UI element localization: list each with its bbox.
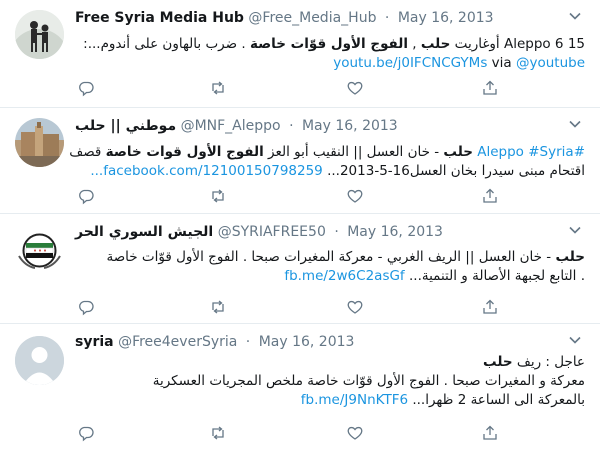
tweet-link[interactable]: @youtube (516, 55, 585, 71)
tweet-text-line: Aleppo 6 15 أوغاريت حلب , الفوج الأول قو… (75, 35, 585, 54)
share-icon[interactable] (481, 187, 499, 205)
separator-dot: · (289, 118, 294, 134)
user-handle[interactable]: @SYRIAFREE50 (218, 224, 326, 240)
tweet-text-run: بالمعركة الى الساعة 2 ظهرا... (412, 392, 585, 408)
reply-icon[interactable] (77, 79, 95, 97)
tweet-link[interactable]: youtu.be/j0IFCNCGYMs (333, 55, 487, 71)
share-icon[interactable] (481, 298, 499, 316)
like-icon[interactable] (346, 424, 364, 442)
tweet-text: #Aleppo #Syria حلب - خان العسل || النقيب… (69, 143, 585, 181)
tweet-text-run: . ضرب بالهاون على أندوم...: (83, 36, 250, 52)
tweet-1[interactable]: Free Syria Media Hub @Free_Media_Hub · M… (0, 0, 600, 108)
retweet-icon[interactable] (209, 424, 227, 442)
reply-icon[interactable] (77, 298, 95, 316)
tweet-text-line: اقتحام مبنى سيدرا بخان العسل16-5-2013...… (75, 162, 585, 181)
separator-dot: · (245, 334, 251, 350)
chevron-down-icon[interactable] (568, 116, 582, 130)
tweet-date[interactable]: May 16, 2013 (347, 224, 443, 240)
tweet-date[interactable]: May 16, 2013 (398, 10, 494, 26)
separator-dot: · (384, 10, 390, 26)
separator-dot: · (334, 224, 339, 240)
share-icon[interactable] (481, 424, 499, 442)
chevron-down-icon[interactable] (568, 222, 582, 236)
avatar[interactable] (15, 10, 64, 59)
tweet-4[interactable]: syria @Free4everSyria · May 16, 2013 عاج… (0, 324, 600, 452)
tweet-text-run: الفوج الأول قوّات خاصة (249, 36, 408, 52)
share-icon[interactable] (481, 79, 499, 97)
tweet-text-run: . التابع لجبهة الأصالة و التنمية... (408, 268, 585, 284)
display-name[interactable]: Free Syria Media Hub (75, 10, 244, 26)
tweet-text-line: عاجل : ريف حلب (75, 353, 585, 372)
tweet-header: موطني || حلب @MNF_Aleppo · May 16, 2013 (75, 118, 398, 134)
display-name[interactable]: موطني || حلب (75, 118, 176, 134)
tweet-text-run: قصف (69, 144, 106, 160)
tweet-text-run: حلب (555, 249, 585, 265)
tweet-text-run: , (407, 36, 421, 52)
tweet-3[interactable]: الجيش السوري الحر @SYRIAFREE50 · May 16,… (0, 214, 600, 324)
display-name[interactable]: syria (75, 334, 114, 350)
tweet-text: حلب - خان العسل || الريف الغربي - معركة … (75, 248, 585, 286)
tweet-link[interactable]: fb.me/J9NnKTF6 (301, 392, 413, 408)
user-handle[interactable]: @MNF_Aleppo (181, 118, 281, 134)
tweet-header: Free Syria Media Hub @Free_Media_Hub · M… (75, 10, 494, 26)
tweet-actions (75, 298, 505, 316)
tweet-actions (75, 187, 505, 205)
user-handle[interactable]: @Free4everSyria (118, 334, 237, 350)
like-icon[interactable] (346, 187, 364, 205)
like-icon[interactable] (346, 79, 364, 97)
tweet-header: syria @Free4everSyria · May 16, 2013 (75, 334, 354, 350)
display-name[interactable]: الجيش السوري الحر (75, 224, 213, 240)
tweet-link[interactable]: fb.me/2w6C2asGf (284, 268, 409, 284)
tweet-text-line: . التابع لجبهة الأصالة و التنمية... fb.m… (75, 267, 585, 286)
tweet-text: Aleppo 6 15 أوغاريت حلب , الفوج الأول قو… (75, 35, 585, 73)
tweet-text: عاجل : ريف حلب معركة و المغيرات صبحا . ال… (75, 353, 585, 410)
tweet-text-run: - خان العسل || الريف الغربي - معركة المغ… (106, 249, 556, 265)
tweet-link[interactable]: #Aleppo #Syria (477, 144, 585, 160)
tweet-text-run: عاجل : ريف (512, 354, 585, 370)
tweet-link[interactable]: facebook.com/12100150798259... (90, 163, 327, 179)
tweet-text-line: بالمعركة الى الساعة 2 ظهرا... fb.me/J9Nn… (75, 391, 585, 410)
avatar[interactable] (15, 336, 64, 385)
tweet-text-line: #Aleppo #Syria حلب - خان العسل || النقيب… (69, 143, 585, 162)
reply-icon[interactable] (77, 424, 95, 442)
tweet-2[interactable]: موطني || حلب @MNF_Aleppo · May 16, 2013 … (0, 108, 600, 214)
reply-icon[interactable] (77, 187, 95, 205)
tweet-text-run: حلب (483, 354, 513, 370)
tweet-actions (75, 79, 505, 97)
tweet-text-run: حلب (420, 36, 451, 52)
user-handle[interactable]: @Free_Media_Hub (248, 10, 376, 26)
tweet-text-line: حلب - خان العسل || الريف الغربي - معركة … (75, 248, 585, 267)
tweet-text-run: اقتحام مبنى سيدرا بخان العسل16-5-2013... (327, 163, 585, 179)
like-icon[interactable] (346, 298, 364, 316)
retweet-icon[interactable] (209, 298, 227, 316)
avatar[interactable] (15, 226, 64, 275)
tweet-text-run: - خان العسل || النقيب أبو العز (263, 144, 444, 160)
tweet-text-run: الفوج الأول قوات خاصة (105, 144, 264, 160)
tweet-header: الجيش السوري الحر @SYRIAFREE50 · May 16,… (75, 224, 443, 240)
tweet-actions (75, 424, 505, 442)
tweet-text-run: Aleppo 6 15 أوغاريت (450, 36, 585, 52)
retweet-icon[interactable] (209, 187, 227, 205)
tweet-date[interactable]: May 16, 2013 (259, 334, 355, 350)
tweet-text-run: معركة و المغيرات صبحا . الفوج الأول قوّا… (152, 373, 585, 389)
chevron-down-icon[interactable] (568, 8, 582, 22)
tweet-text-run: via (487, 55, 516, 71)
tweet-text-line: youtu.be/j0IFCNCGYMs via @youtube (75, 54, 585, 73)
tweet-date[interactable]: May 16, 2013 (302, 118, 398, 134)
tweet-text-run: حلب (443, 144, 473, 160)
chevron-down-icon[interactable] (568, 332, 582, 346)
retweet-icon[interactable] (209, 79, 227, 97)
avatar[interactable] (15, 118, 64, 167)
tweet-text-line: معركة و المغيرات صبحا . الفوج الأول قوّا… (75, 372, 585, 391)
